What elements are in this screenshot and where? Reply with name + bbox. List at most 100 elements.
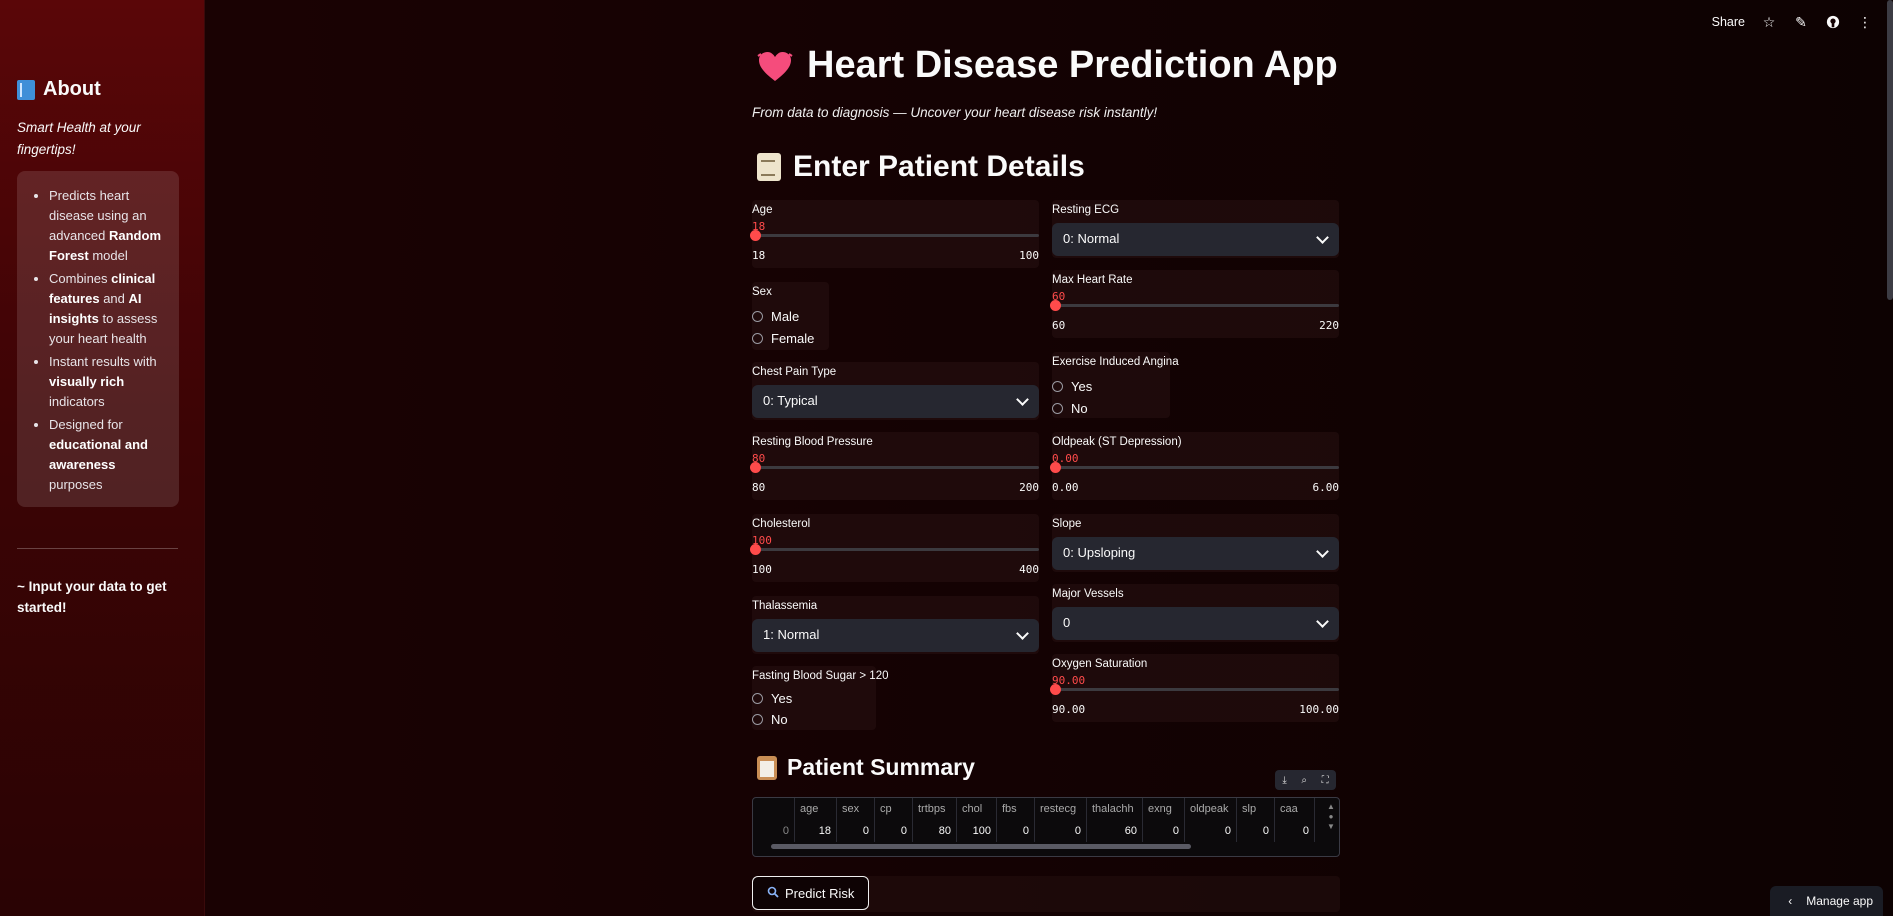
sidebar-title-text: About — [43, 78, 101, 100]
table-header-cell[interactable]: cp — [875, 798, 913, 820]
table-cell[interactable]: 0 — [1143, 820, 1185, 842]
max-hr-track[interactable] — [1052, 304, 1339, 307]
age-label: Age — [752, 204, 773, 216]
oxygen-max: 100.00 — [1299, 703, 1339, 716]
github-icon[interactable] — [1825, 14, 1841, 30]
slope-value: 0: Upsloping — [1063, 545, 1136, 560]
table-cell[interactable]: 0 — [1275, 820, 1315, 842]
table-cell[interactable]: 0 — [1237, 820, 1275, 842]
table-cell[interactable]: 0 — [753, 820, 795, 842]
table-cell[interactable]: 0 — [875, 820, 913, 842]
chevron-down-icon[interactable] — [1016, 627, 1029, 640]
table-cell[interactable]: 0 — [837, 820, 875, 842]
sidebar-info-box: Predicts heart disease using an advanced… — [17, 171, 179, 507]
cholesterol-min: 100 — [752, 563, 772, 576]
table-header-cell[interactable]: thalachh — [1087, 798, 1143, 820]
table-header-cell[interactable]: trtbps — [913, 798, 957, 820]
oxygen-handle[interactable] — [1050, 684, 1061, 695]
max-hr-slider[interactable]: Max Heart Rate 60 60 220 — [1050, 270, 1339, 338]
sex-option-female[interactable]: Female — [752, 331, 814, 346]
radio-circle[interactable] — [752, 333, 763, 344]
table-header-cell[interactable]: slp — [1237, 798, 1275, 820]
slope-select[interactable]: Slope 0: Upsloping — [1052, 514, 1339, 572]
rest-ecg-dropdown[interactable]: 0: Normal — [1052, 223, 1339, 256]
top-toolbar: Share ☆ ✎ ⋮ — [1712, 14, 1873, 30]
fbs-label: Fasting Blood Sugar > 120 — [752, 670, 889, 682]
share-button[interactable]: Share — [1712, 15, 1745, 29]
table-cell[interactable]: 18 — [795, 820, 837, 842]
slope-dropdown[interactable]: 0: Upsloping — [1052, 537, 1339, 570]
table-cell[interactable]: 60 — [1087, 820, 1143, 842]
table-header-cell[interactable]: fbs — [997, 798, 1035, 820]
table-vertical-scrollbar[interactable]: ▲ ● ▼ — [1327, 802, 1335, 842]
chest-pain-select[interactable]: Chest Pain Type 0: Typical — [752, 362, 1039, 420]
rest-bp-slider[interactable]: Resting Blood Pressure 80 80 200 — [750, 432, 1039, 500]
table-cell[interactable]: 0 — [997, 820, 1035, 842]
search-icon[interactable]: ⌕ — [1301, 775, 1307, 786]
table-header-cell[interactable]: caa — [1275, 798, 1315, 820]
table-header-cell[interactable]: oldpeak — [1185, 798, 1237, 820]
chevron-down-icon[interactable] — [1316, 231, 1329, 244]
table-cell[interactable]: 0 — [1185, 820, 1237, 842]
summary-table[interactable]: age sex cp trtbps chol fbs restecg thala… — [752, 797, 1340, 857]
manage-app-button[interactable]: ‹ Manage app — [1770, 886, 1883, 916]
rest-bp-track[interactable] — [752, 466, 1039, 469]
download-icon[interactable]: ⤓ — [1282, 775, 1286, 786]
section-title-text: Enter Patient Details — [793, 150, 1085, 183]
angina-option-yes[interactable]: Yes — [1052, 379, 1092, 394]
angina-option-no[interactable]: No — [1052, 401, 1088, 416]
predict-risk-button[interactable]: Predict Risk — [752, 876, 870, 910]
age-track[interactable] — [752, 234, 1039, 237]
oxygen-slider[interactable]: Oxygen Saturation 90.00 90.00 100.00 — [1050, 654, 1339, 722]
more-icon[interactable]: ⋮ — [1857, 14, 1873, 30]
chevron-down-icon[interactable] — [1316, 545, 1329, 558]
age-slider[interactable]: Age 18 18 100 — [750, 200, 1039, 268]
thalassemia-dropdown[interactable]: 1: Normal — [752, 619, 1039, 652]
cholesterol-slider[interactable]: Cholesterol 100 100 400 — [750, 514, 1039, 582]
edit-icon[interactable]: ✎ — [1793, 14, 1809, 30]
age-handle[interactable] — [750, 230, 761, 241]
cholesterol-track[interactable] — [752, 548, 1039, 551]
table-cell[interactable]: 100 — [957, 820, 997, 842]
sex-option-male[interactable]: Male — [752, 309, 799, 324]
rest-bp-handle[interactable] — [750, 462, 761, 473]
chest-pain-dropdown[interactable]: 0: Typical — [752, 385, 1039, 418]
sidebar-bullet: Combines clinical features and AI insigh… — [49, 269, 169, 349]
vessels-dropdown[interactable]: 0 — [1052, 607, 1339, 640]
oldpeak-slider[interactable]: Oldpeak (ST Depression) 0.00 0.00 6.00 — [1050, 432, 1339, 500]
fbs-radio-group: Fasting Blood Sugar > 120 Yes No — [752, 666, 889, 730]
fbs-option-no[interactable]: No — [752, 712, 788, 727]
radio-circle[interactable] — [752, 714, 763, 725]
table-header-cell[interactable]: chol — [957, 798, 997, 820]
fbs-option-yes[interactable]: Yes — [752, 691, 792, 706]
table-header-cell[interactable]: age — [795, 798, 837, 820]
oldpeak-handle[interactable] — [1050, 462, 1061, 473]
max-hr-handle[interactable] — [1050, 300, 1061, 311]
chevron-down-icon[interactable] — [1316, 615, 1329, 628]
vessels-select[interactable]: Major Vessels 0 — [1052, 584, 1339, 642]
table-header-cell[interactable]: sex — [837, 798, 875, 820]
fullscreen-icon[interactable]: ⛶ — [1322, 775, 1329, 786]
table-cell[interactable]: 80 — [913, 820, 957, 842]
table-cell[interactable]: 0 — [1035, 820, 1087, 842]
table-horizontal-scrollbar[interactable] — [771, 844, 1191, 849]
page-scrollbar[interactable] — [1887, 0, 1893, 300]
table-header-cell[interactable] — [753, 798, 795, 820]
table-header-cell[interactable]: restecg — [1035, 798, 1087, 820]
chevron-down-icon[interactable] — [1016, 393, 1029, 406]
star-icon[interactable]: ☆ — [1761, 14, 1777, 30]
cholesterol-handle[interactable] — [750, 544, 761, 555]
radio-circle[interactable] — [1052, 403, 1063, 414]
oldpeak-track[interactable] — [1052, 466, 1339, 469]
rest-bp-min: 80 — [752, 481, 766, 494]
rest-ecg-select[interactable]: Resting ECG 0: Normal — [1052, 200, 1339, 258]
chest-pain-label: Chest Pain Type — [752, 366, 837, 378]
radio-circle[interactable] — [752, 693, 763, 704]
radio-circle[interactable] — [752, 311, 763, 322]
thalassemia-select[interactable]: Thalassemia 1: Normal — [752, 596, 1039, 654]
oldpeak-min: 0.00 — [1052, 481, 1079, 494]
radio-circle[interactable] — [1052, 381, 1063, 392]
oxygen-track[interactable] — [1052, 688, 1339, 691]
table-header-cell[interactable]: exng — [1143, 798, 1185, 820]
vessels-value: 0 — [1063, 615, 1071, 630]
